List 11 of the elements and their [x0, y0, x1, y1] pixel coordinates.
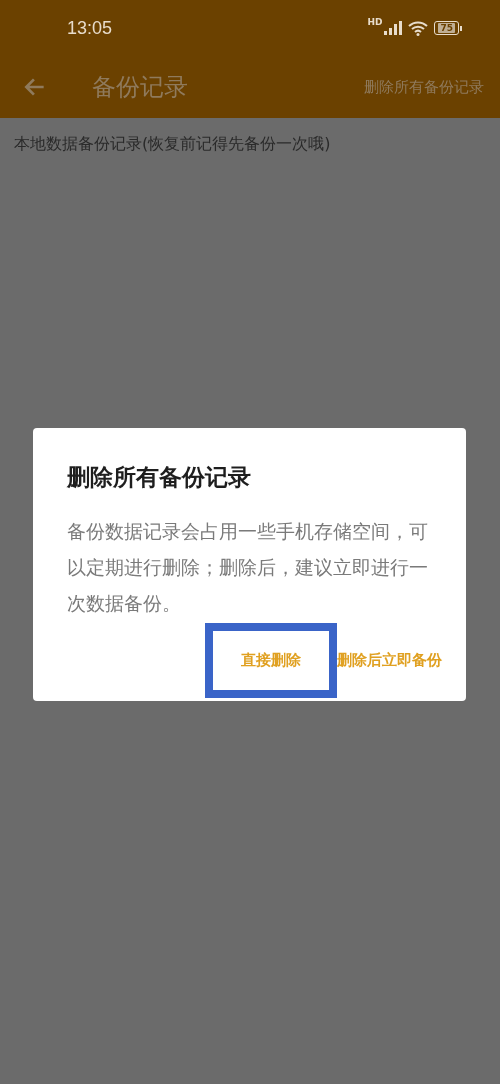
- page-title: 备份记录: [92, 72, 189, 103]
- dialog-button[interactable]: 删除后立即备份: [337, 623, 442, 698]
- delete-all-link[interactable]: 删除所有备份记录: [364, 77, 484, 97]
- dialog-message: 备份数据记录会占用一些手机存储空间，可以定期进行删除；删除后，建议立即进行一次数据备份。: [67, 519, 429, 616]
- wifi-icon: [408, 20, 429, 36]
- battery-icon: 75: [434, 21, 462, 35]
- dialog-button[interactable]: 直接删除: [205, 623, 337, 698]
- dialog-title: 删除所有备份记录: [67, 463, 252, 492]
- network-label: HD: [367, 16, 383, 27]
- signal-icon: [384, 21, 403, 35]
- status-time: 13:05: [67, 17, 113, 39]
